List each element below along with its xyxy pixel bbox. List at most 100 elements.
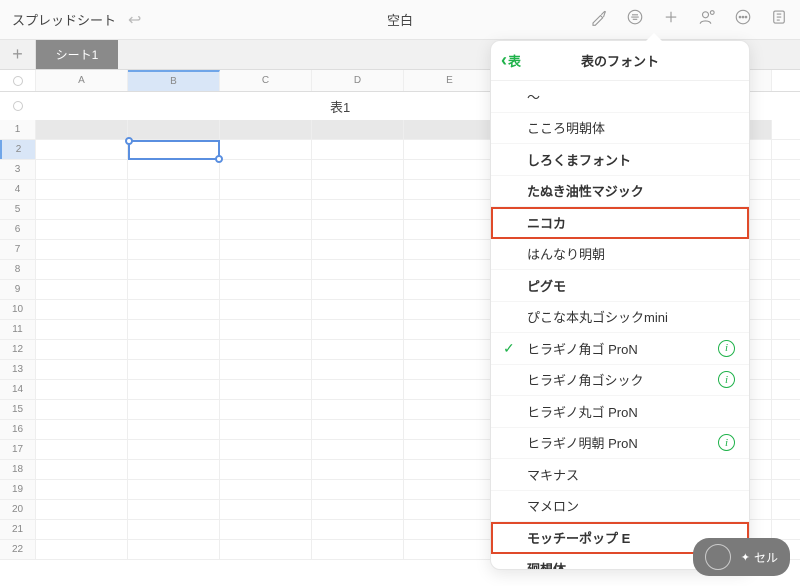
cell[interactable]: [312, 200, 404, 219]
cell[interactable]: [128, 160, 220, 179]
cell[interactable]: [220, 280, 312, 299]
column-header[interactable]: E: [404, 70, 496, 91]
font-item[interactable]: はんなり明朝: [491, 239, 749, 271]
cell[interactable]: [312, 240, 404, 259]
cell[interactable]: [220, 540, 312, 559]
cell[interactable]: [128, 280, 220, 299]
cell[interactable]: [128, 240, 220, 259]
cell[interactable]: [312, 280, 404, 299]
cell[interactable]: [36, 500, 128, 519]
cell[interactable]: [404, 280, 496, 299]
cell[interactable]: [128, 360, 220, 379]
cell[interactable]: [36, 300, 128, 319]
cell[interactable]: [404, 540, 496, 559]
table-title[interactable]: 表1: [330, 97, 350, 116]
cell[interactable]: [312, 500, 404, 519]
cell[interactable]: [36, 400, 128, 419]
cell[interactable]: [128, 420, 220, 439]
cell[interactable]: [36, 480, 128, 499]
toolbar-circle[interactable]: [705, 544, 731, 570]
panel-back-button[interactable]: ‹ 表: [501, 50, 521, 71]
font-item[interactable]: ヒラギノ明朝 ProNi: [491, 428, 749, 460]
filter-icon[interactable]: [626, 8, 644, 31]
cell[interactable]: [128, 260, 220, 279]
column-header[interactable]: C: [220, 70, 312, 91]
row-header[interactable]: 8: [0, 260, 36, 279]
font-item[interactable]: ニコカ: [491, 207, 749, 239]
info-icon[interactable]: i: [718, 434, 735, 451]
cell[interactable]: [36, 540, 128, 559]
cell[interactable]: [220, 120, 312, 139]
cell[interactable]: [312, 400, 404, 419]
cell[interactable]: [312, 260, 404, 279]
cell[interactable]: [404, 220, 496, 239]
cell[interactable]: [128, 460, 220, 479]
cell[interactable]: [36, 180, 128, 199]
cell[interactable]: [220, 140, 312, 159]
panel-icon[interactable]: [770, 8, 788, 31]
row-header[interactable]: 10: [0, 300, 36, 319]
cell[interactable]: [312, 140, 404, 159]
cell[interactable]: [128, 480, 220, 499]
row-header[interactable]: 2: [0, 140, 36, 159]
row-header[interactable]: 7: [0, 240, 36, 259]
cell[interactable]: [404, 120, 496, 139]
font-item[interactable]: マキナス: [491, 459, 749, 491]
cell[interactable]: [220, 380, 312, 399]
cell[interactable]: [312, 480, 404, 499]
row-header[interactable]: 3: [0, 160, 36, 179]
cell[interactable]: [312, 160, 404, 179]
cell[interactable]: [128, 300, 220, 319]
cell[interactable]: [128, 200, 220, 219]
cell[interactable]: [312, 340, 404, 359]
row-header[interactable]: 19: [0, 480, 36, 499]
row-header[interactable]: 9: [0, 280, 36, 299]
font-item[interactable]: たぬき油性マジック: [491, 176, 749, 208]
cell[interactable]: [312, 540, 404, 559]
cell[interactable]: [220, 340, 312, 359]
cell[interactable]: [128, 180, 220, 199]
row-header[interactable]: 14: [0, 380, 36, 399]
cell[interactable]: [312, 120, 404, 139]
cell[interactable]: [128, 220, 220, 239]
cell[interactable]: [220, 440, 312, 459]
cell[interactable]: [312, 220, 404, 239]
cell[interactable]: [220, 480, 312, 499]
font-item[interactable]: 〜: [491, 81, 749, 113]
font-item[interactable]: しろくまフォント: [491, 144, 749, 176]
cell[interactable]: [404, 200, 496, 219]
add-sheet-button[interactable]: +: [0, 40, 36, 69]
cell[interactable]: [220, 420, 312, 439]
row-header[interactable]: 21: [0, 520, 36, 539]
cell[interactable]: [220, 400, 312, 419]
cell[interactable]: [36, 440, 128, 459]
cell[interactable]: [36, 520, 128, 539]
cell[interactable]: [128, 540, 220, 559]
cell[interactable]: [128, 320, 220, 339]
cell[interactable]: [312, 460, 404, 479]
cell[interactable]: [36, 120, 128, 139]
info-icon[interactable]: i: [718, 371, 735, 388]
cell[interactable]: [404, 460, 496, 479]
cell[interactable]: [404, 380, 496, 399]
cell[interactable]: [404, 260, 496, 279]
cell[interactable]: [220, 500, 312, 519]
cell[interactable]: [312, 380, 404, 399]
row-header[interactable]: 6: [0, 220, 36, 239]
font-item[interactable]: ✓ヒラギノ角ゴ ProNi: [491, 333, 749, 365]
cell[interactable]: [404, 400, 496, 419]
font-list[interactable]: 〜こころ明朝体しろくまフォントたぬき油性マジックニコカはんなり明朝ピグモぴこな本…: [491, 81, 749, 569]
cell[interactable]: [312, 300, 404, 319]
more-icon[interactable]: [734, 8, 752, 31]
cell[interactable]: [404, 160, 496, 179]
cell[interactable]: [128, 440, 220, 459]
cell[interactable]: [404, 420, 496, 439]
row-header[interactable]: 16: [0, 420, 36, 439]
cell[interactable]: [36, 420, 128, 439]
cell[interactable]: [36, 240, 128, 259]
select-all-corner[interactable]: [0, 70, 36, 91]
cell[interactable]: [36, 320, 128, 339]
cell[interactable]: [128, 140, 220, 159]
cell[interactable]: [220, 460, 312, 479]
cell[interactable]: [220, 260, 312, 279]
